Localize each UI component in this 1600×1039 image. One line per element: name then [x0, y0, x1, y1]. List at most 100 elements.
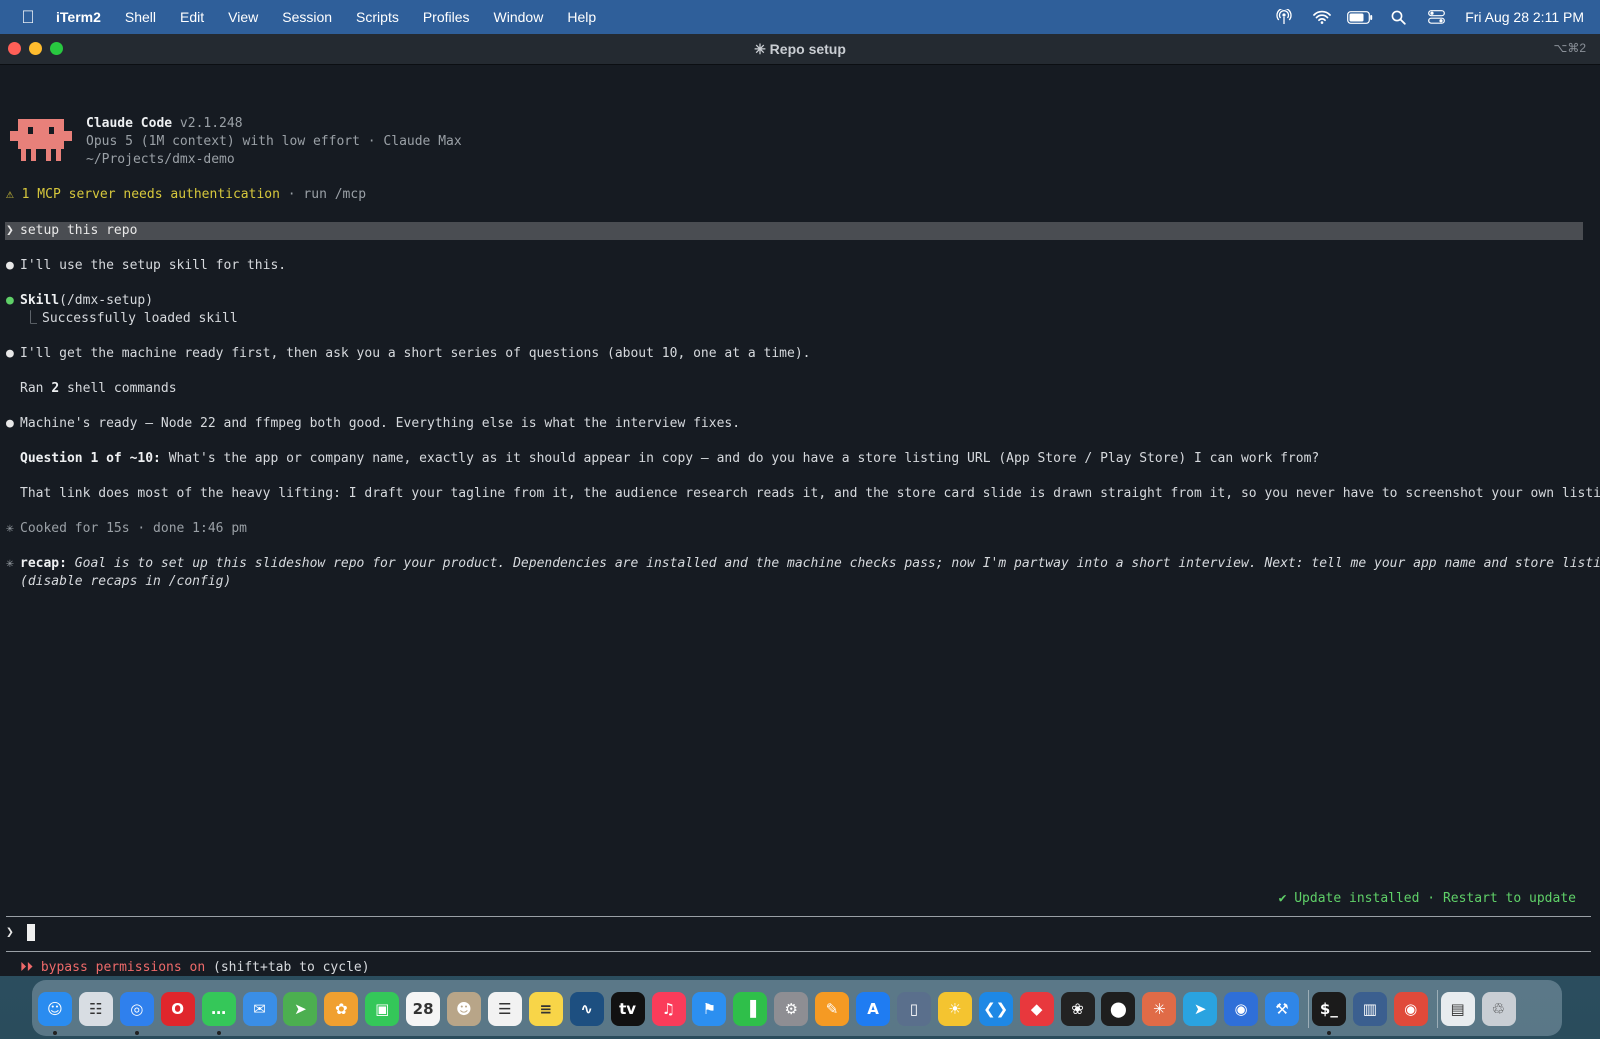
numbers-icon[interactable]: ▐	[733, 992, 768, 1026]
telegram-icon[interactable]: ➤	[1183, 992, 1218, 1026]
iphone-mirroring-icon[interactable]: ▥	[1352, 992, 1387, 1026]
trash-icon[interactable]: ♲	[1481, 992, 1516, 1026]
running-indicator	[134, 1031, 139, 1035]
recap-line: recap: Goal is to set up this slideshow …	[20, 555, 1600, 573]
product-version: v2.1.248	[179, 116, 243, 131]
skill-result: Successfully loaded skill	[42, 311, 238, 326]
assistant-message: I'll get the machine ready first, then a…	[20, 346, 811, 361]
battery-icon[interactable]	[1341, 10, 1379, 24]
messages-icon[interactable]: …	[201, 992, 236, 1026]
spotlight-icon[interactable]	[1379, 10, 1417, 25]
bypass-text: bypass permissions on	[40, 960, 206, 975]
git-client-icon[interactable]: ◆	[1019, 992, 1054, 1026]
ran-suffix: shell commands	[59, 381, 177, 396]
cooked-status: Cooked for 15s · done 1:46 pm	[20, 521, 247, 536]
keynote-icon[interactable]: ⚑	[692, 992, 727, 1026]
menu-edit[interactable]: Edit	[168, 9, 216, 25]
window-titlebar[interactable]: ✳ Repo setup ⌥⌘2	[0, 34, 1600, 65]
facetime-icon[interactable]: ▣	[365, 992, 400, 1026]
recap-disable-hint: (disable recaps in /config)	[20, 574, 232, 589]
proxyman-icon[interactable]: ◉	[1224, 992, 1259, 1026]
project-path: ~/Projects/dmx-demo	[86, 152, 235, 167]
menu-session[interactable]: Session	[270, 9, 344, 25]
maps-icon[interactable]: ➤	[283, 992, 318, 1026]
running-indicator	[1326, 1031, 1331, 1035]
menu-help[interactable]: Help	[555, 9, 608, 25]
assistant-message: Machine's ready — Node 22 and ffmpeg bot…	[20, 416, 741, 431]
asterisk-icon: ✳	[6, 556, 14, 571]
app-store-icon[interactable]: A	[856, 992, 890, 1026]
assistant-paragraph: That link does most of the heavy lifting…	[20, 486, 1600, 501]
menu-scripts[interactable]: Scripts	[344, 9, 411, 25]
zoom-window-button[interactable]	[50, 42, 63, 55]
wifi-icon[interactable]	[1303, 10, 1341, 24]
tool-result-branch-icon: ⎿	[24, 311, 38, 326]
terminal-icon[interactable]: $_	[1311, 992, 1346, 1026]
assistant-message: I'll use the setup skill for this.	[20, 258, 287, 273]
chrome-icon[interactable]: ◉	[1393, 992, 1428, 1026]
running-indicator	[53, 1031, 57, 1035]
question-text: What's the app or company name, exactly …	[160, 451, 1320, 466]
ran-commands-summary[interactable]: Ran 2 shell commands	[20, 380, 177, 398]
claude-mascot-icon	[10, 119, 72, 161]
status-area: Fri Aug 28 2:11 PM	[1265, 9, 1600, 25]
mcp-warning: ⚠ 1 MCP server needs authentication · ru…	[6, 186, 366, 204]
update-notice: ✔ Update installed · Restart to update	[1278, 891, 1576, 906]
contacts-icon[interactable]: ☻	[447, 992, 481, 1026]
opera-icon[interactable]: O	[160, 992, 195, 1026]
dock-separator	[1436, 990, 1438, 1028]
xcode-icon[interactable]: ⚒	[1265, 992, 1299, 1026]
photos-icon[interactable]: ✿	[324, 992, 359, 1026]
close-window-button[interactable]	[8, 42, 21, 55]
window-controls	[8, 42, 63, 55]
terminal-content[interactable]: Claude Code v2.1.248 Opus 5 (1M context)…	[0, 65, 1600, 976]
product-name: Claude Code	[86, 116, 173, 131]
menu-app-name[interactable]: iTerm2	[56, 9, 113, 25]
control-center-icon[interactable]	[1417, 10, 1455, 24]
finder-icon[interactable]: ☺	[38, 992, 72, 1026]
warning-icon: ⚠	[6, 187, 14, 202]
input-divider-top	[6, 916, 1591, 917]
asterisk-icon: ✳	[6, 521, 14, 536]
recap-label: recap:	[20, 556, 67, 571]
apple-icon[interactable]: 	[0, 7, 56, 28]
dock: ☺ ☷ ◎ O… ✉ ➤ ✿ ▣ 28 ☻ ☰ ≡ ∿ tv ♫ ⚑ ▐ ⚙ ✎ A ▯ ☀ ❮❯ ◆ ❀ ⬤ ✳ ➤ ◉ ⚒ $_ ▥ ◉ ▤ ♲	[32, 980, 1562, 1036]
bypass-icon: ⏵⏵	[20, 960, 33, 975]
interview-question: Question 1 of ~10: What's the app or com…	[20, 450, 1319, 468]
window-shortcut: ⌥⌘2	[1553, 41, 1586, 55]
tv-icon[interactable]: tv	[610, 992, 645, 1026]
cyberduck-icon[interactable]: ☀	[937, 992, 972, 1026]
menu-view[interactable]: View	[216, 9, 270, 25]
broadcast-icon[interactable]	[1265, 9, 1303, 25]
claude-icon[interactable]: ✳	[1142, 992, 1177, 1026]
warning-text: 1 MCP server needs authentication	[21, 187, 280, 202]
menu-profiles[interactable]: Profiles	[411, 9, 482, 25]
prompt-chevron-icon: ❯	[6, 223, 14, 238]
model-info: Opus 5 (1M context) with low effort · Cl…	[86, 134, 462, 149]
input-divider-bottom	[6, 951, 1591, 952]
mail-icon[interactable]: ✉	[242, 992, 277, 1026]
simulator-icon[interactable]: ▯	[896, 992, 931, 1026]
launchpad-icon[interactable]: ☷	[78, 992, 113, 1026]
figma-icon[interactable]: ⬤	[1101, 992, 1136, 1026]
ran-prefix: Ran	[20, 381, 52, 396]
chatgpt-icon[interactable]: ❀	[1060, 992, 1095, 1026]
message-bullet-icon: ●	[6, 416, 14, 431]
calendar-icon[interactable]: 28	[406, 992, 441, 1026]
menu-shell[interactable]: Shell	[113, 9, 168, 25]
minimize-window-button[interactable]	[29, 42, 42, 55]
input-cursor[interactable]	[27, 924, 35, 941]
notes-icon[interactable]: ≡	[528, 992, 563, 1026]
skill-name: Skill	[20, 293, 60, 308]
safari-icon[interactable]: ◎	[119, 992, 154, 1026]
downloads-icon[interactable]: ▤	[1440, 992, 1475, 1026]
menu-window[interactable]: Window	[482, 9, 556, 25]
reminders-icon[interactable]: ☰	[487, 992, 522, 1026]
vscode-icon[interactable]: ❮❯	[978, 992, 1013, 1026]
pages-icon[interactable]: ✎	[815, 992, 850, 1026]
music-icon[interactable]: ♫	[651, 992, 686, 1026]
system-settings-icon[interactable]: ⚙	[774, 992, 809, 1026]
menu-bar-clock[interactable]: Fri Aug 28 2:11 PM	[1455, 9, 1584, 25]
permissions-mode: ⏵⏵ bypass permissions on (shift+tab to c…	[20, 959, 370, 976]
freeform-icon[interactable]: ∿	[569, 992, 604, 1026]
